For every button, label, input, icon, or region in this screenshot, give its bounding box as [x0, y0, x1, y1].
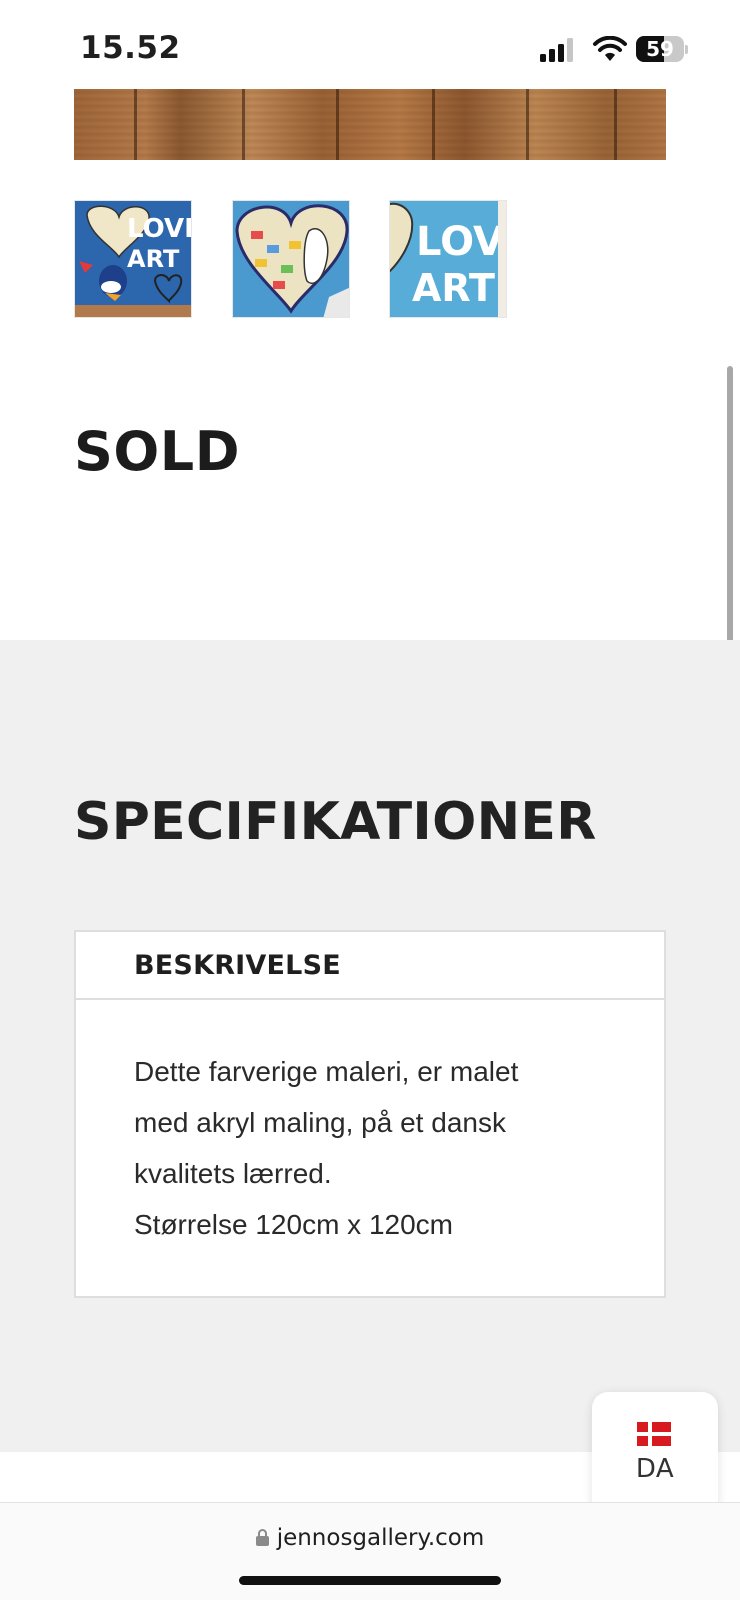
battery-percent: 59 [646, 37, 674, 61]
specs-title: SPECIFIKATIONER [74, 792, 597, 852]
description-accordion: BESKRIVELSE Dette farverige maleri, er m… [74, 930, 666, 1298]
product-main-image[interactable] [74, 89, 666, 160]
url-text[interactable]: jennosgallery.com [277, 1525, 485, 1551]
browser-address-bar[interactable]: jennosgallery.com [0, 1502, 740, 1600]
svg-text:ART: ART [127, 245, 180, 273]
home-indicator[interactable] [239, 1576, 501, 1585]
thumbnail-3[interactable]: LOVE ART [389, 200, 507, 318]
size-line: Størrelse 120cm x 120cm [134, 1209, 453, 1240]
denmark-flag-icon [637, 1422, 671, 1446]
svg-text:ART: ART [412, 266, 495, 310]
signal-icon [540, 38, 578, 62]
language-switcher[interactable]: DA [592, 1392, 718, 1516]
status-bar: 15.52 59 [0, 0, 740, 90]
description-line: Dette farverige maleri, er malet [134, 1056, 519, 1087]
description-line: kvalitets lærred. [134, 1158, 332, 1189]
description-line: med akryl maling, på et dansk [134, 1107, 506, 1138]
lock-icon [255, 1529, 269, 1546]
battery-icon: 59 [636, 36, 688, 62]
thumbnail-1[interactable]: LOVE ART [74, 200, 192, 318]
accordion-header[interactable]: BESKRIVELSE [76, 932, 664, 1000]
specs-section: SPECIFIKATIONER BESKRIVELSE Dette farver… [0, 640, 740, 1452]
accordion-header-label: BESKRIVELSE [134, 949, 341, 981]
accordion-body: Dette farverige maleri, er malet med akr… [76, 1000, 664, 1296]
product-status: SOLD [74, 420, 241, 483]
wifi-icon [592, 35, 628, 62]
thumbnail-2[interactable] [232, 200, 350, 318]
status-time: 15.52 [80, 30, 181, 66]
language-code: DA [635, 1454, 675, 1484]
svg-text:LOVE: LOVE [127, 214, 192, 244]
svg-text:LOVE: LOVE [416, 219, 507, 265]
